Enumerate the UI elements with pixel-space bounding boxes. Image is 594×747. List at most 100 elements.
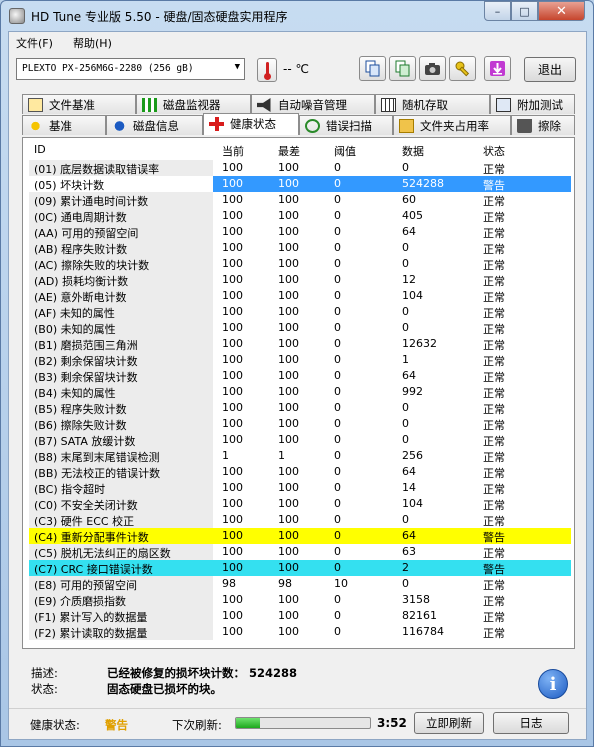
tab-benchmark[interactable]: 基准 (22, 115, 106, 135)
column-worst: 最差 (278, 145, 300, 158)
bar-chart-icon (142, 98, 157, 112)
table-row[interactable]: (0C) 通电周期计数 100 100 0 405 正常 (29, 208, 571, 224)
table-row[interactable]: (F1) 累计写入的数据量 100 100 0 82161 正常 (29, 608, 571, 624)
tab-file-benchmark[interactable]: 文件基准 (22, 94, 136, 114)
tab-random-access[interactable]: 随机存取 (375, 94, 490, 114)
cell-id: (0C) 通电周期计数 (29, 208, 213, 224)
table-row[interactable]: (C3) 硬件 ECC 校正 100 100 0 0 正常 (29, 512, 571, 528)
tab-disk-info[interactable]: 磁盘信息 (106, 115, 203, 135)
cell-worst: 100 (278, 289, 299, 302)
table-row[interactable]: (BB) 无法校正的错误计数 100 100 0 64 正常 (29, 464, 571, 480)
cell-threshold: 0 (334, 321, 341, 334)
cell-threshold: 0 (334, 593, 341, 606)
file-icon (28, 98, 43, 112)
table-row[interactable]: (B4) 未知的属性 100 100 0 992 正常 (29, 384, 571, 400)
minimize-button[interactable]: – (484, 1, 511, 21)
table-row[interactable]: (AD) 损耗均衡计数 100 100 0 12 正常 (29, 272, 571, 288)
table-row[interactable]: (B7) SATA 放缓计数 100 100 0 0 正常 (29, 432, 571, 448)
cell-data: 12632 (402, 337, 437, 350)
table-row[interactable]: (BC) 指令超时 100 100 0 14 正常 (29, 480, 571, 496)
cell-data: 0 (402, 401, 409, 414)
copy-all-button[interactable] (389, 56, 416, 81)
benchmark-icon (28, 119, 43, 133)
tab-health[interactable]: 健康状态 (203, 113, 299, 135)
maximize-button[interactable]: □ (511, 1, 538, 21)
table-row[interactable]: (B0) 未知的属性 100 100 0 0 正常 (29, 320, 571, 336)
folder-icon (399, 119, 414, 133)
close-button[interactable]: ✕ (538, 1, 585, 21)
table-row[interactable]: (F2) 累计读取的数据量 100 100 0 116784 正常 (29, 624, 571, 640)
table-row[interactable]: (C4) 重新分配事件计数 100 100 0 64 警告 (29, 528, 571, 544)
exit-button[interactable]: 退出 (524, 57, 576, 82)
table-header: ID 当前 最差 阈值 数据 状态 (29, 142, 571, 158)
cell-data: 2 (402, 561, 409, 574)
log-button[interactable]: 日志 (493, 712, 569, 734)
cell-threshold: 0 (334, 241, 341, 254)
cell-worst: 100 (278, 465, 299, 478)
cell-data: 104 (402, 289, 423, 302)
cell-id: (AC) 擦除失败的块计数 (29, 256, 213, 272)
cell-worst: 100 (278, 561, 299, 574)
table-row[interactable]: (AB) 程序失败计数 100 100 0 0 正常 (29, 240, 571, 256)
cell-data: 60 (402, 193, 416, 206)
cell-worst: 100 (278, 353, 299, 366)
table-row[interactable]: (E8) 可用的预留空间 98 98 10 0 正常 (29, 576, 571, 592)
info-icon: i (538, 669, 568, 699)
tab-erase[interactable]: 擦除 (511, 115, 575, 135)
table-row[interactable]: (AC) 擦除失败的块计数 100 100 0 0 正常 (29, 256, 571, 272)
refresh-now-button[interactable]: 立即刷新 (414, 712, 484, 734)
cell-current: 100 (222, 545, 243, 558)
tab-disk-monitor[interactable]: 磁盘监视器 (136, 94, 251, 114)
table-row[interactable]: (AF) 未知的属性 100 100 0 0 正常 (29, 304, 571, 320)
column-status: 状态 (483, 145, 505, 158)
table-row[interactable]: (B3) 剩余保留块计数 100 100 0 64 正常 (29, 368, 571, 384)
cell-threshold: 10 (334, 577, 348, 590)
tab-aam[interactable]: 自动噪音管理 (251, 94, 375, 114)
table-row[interactable]: (01) 底层数据读取错误率 100 100 0 0 正常 (29, 160, 571, 176)
cell-threshold: 0 (334, 529, 341, 542)
drive-select[interactable]: PLEXTO PX-256M6G-2280 (256 gB) ▼ (16, 58, 245, 80)
table-row[interactable]: (05) 坏块计数 100 100 0 524288 警告 (29, 176, 571, 192)
cell-current: 100 (222, 561, 243, 574)
table-row[interactable]: (B6) 擦除失败计数 100 100 0 0 正常 (29, 416, 571, 432)
screenshot-button[interactable] (419, 56, 446, 81)
table-row[interactable]: (09) 累计通电时间计数 100 100 0 60 正常 (29, 192, 571, 208)
speaker-icon (257, 98, 271, 112)
description-value: 已经被修复的损坏块计数： 524288 (107, 666, 298, 680)
cell-threshold: 0 (334, 369, 341, 382)
cell-worst: 100 (278, 401, 299, 414)
table-row[interactable]: (E9) 介质磨损指数 100 100 0 3158 正常 (29, 592, 571, 608)
cell-data: 64 (402, 465, 416, 478)
cell-status: 正常 (483, 195, 505, 208)
menu-help[interactable]: 帮助(H) (73, 35, 112, 51)
tab-folder-usage[interactable]: 文件夹占用率 (393, 115, 511, 135)
cell-status: 正常 (483, 275, 505, 288)
table-row[interactable]: (AA) 可用的预留空间 100 100 0 64 正常 (29, 224, 571, 240)
table-row[interactable]: (AE) 意外断电计数 100 100 0 104 正常 (29, 288, 571, 304)
cell-status: 正常 (483, 291, 505, 304)
cell-threshold: 0 (334, 417, 341, 430)
cell-data: 0 (402, 161, 409, 174)
column-current: 当前 (222, 145, 244, 158)
table-row[interactable]: (C0) 不安全关闭计数 100 100 0 104 正常 (29, 496, 571, 512)
options-button[interactable] (449, 56, 476, 81)
grid-icon (381, 98, 396, 112)
table-row[interactable]: (B2) 剩余保留块计数 100 100 0 1 正常 (29, 352, 571, 368)
table-row[interactable]: (C7) CRC 接口错误计数 100 100 0 2 警告 (29, 560, 571, 576)
table-row[interactable]: (B1) 磨损范围三角洲 100 100 0 12632 正常 (29, 336, 571, 352)
cell-current: 100 (222, 433, 243, 446)
copy-info-button[interactable] (359, 56, 386, 81)
cell-worst: 100 (278, 369, 299, 382)
table-row[interactable]: (B5) 程序失败计数 100 100 0 0 正常 (29, 400, 571, 416)
cell-id: (B6) 擦除失败计数 (29, 416, 213, 432)
save-button[interactable] (484, 56, 511, 81)
cell-current: 100 (222, 209, 243, 222)
tab-error-scan[interactable]: 错误扫描 (299, 115, 393, 135)
tab-extra-tests[interactable]: 附加测试 (490, 94, 575, 114)
cell-status: 正常 (483, 211, 505, 224)
menu-file[interactable]: 文件(F) (16, 35, 53, 51)
cell-data: 104 (402, 497, 423, 510)
table-row[interactable]: (B8) 末尾到末尾错误检测 1 1 0 256 正常 (29, 448, 571, 464)
column-threshold: 阈值 (334, 145, 356, 158)
table-row[interactable]: (C5) 脱机无法纠正的扇区数 100 100 0 63 正常 (29, 544, 571, 560)
